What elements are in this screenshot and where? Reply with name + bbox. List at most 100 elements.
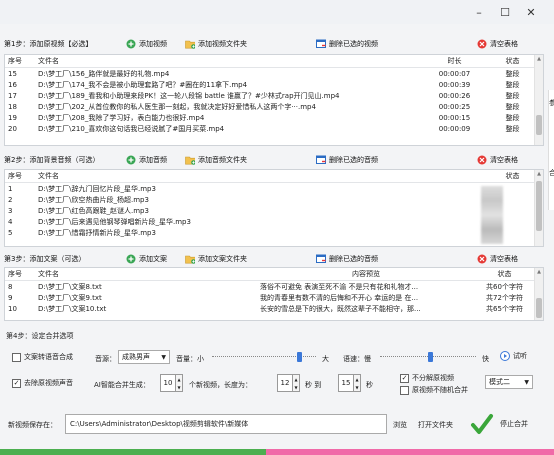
remove-audio-checkbox[interactable]: ✓: [12, 378, 21, 388]
delete-selected-text-label: 删除已选的音频: [329, 255, 378, 263]
no-split-checkbox[interactable]: ✓: [400, 373, 409, 383]
voice-value: 成熟男声: [122, 353, 150, 361]
volume-slider-knob[interactable]: [297, 352, 303, 362]
count-suffix-label: 个新视频，长度为：: [189, 381, 252, 389]
speed-slider[interactable]: [380, 352, 476, 362]
column-header: 序号: [8, 270, 22, 278]
tts-checkbox[interactable]: [12, 352, 21, 362]
clear-x-icon: [477, 254, 487, 264]
table-row[interactable]: 20 D:\梦工厂\210_喜欢你这句话我已经说腻了#国月买菜.mp4 00:00:…: [5, 123, 543, 134]
spin-up-icon: ▲: [294, 376, 298, 382]
no-random-checkbox[interactable]: [400, 385, 409, 395]
scroll-thumb[interactable]: [536, 115, 542, 135]
column-header: 时长: [447, 57, 462, 65]
scroll-up-icon[interactable]: ▲: [535, 55, 543, 64]
table-cell: 共65个字符: [486, 304, 523, 313]
clear-x-icon: [477, 39, 487, 49]
clear-table-button-2[interactable]: 清空表格: [477, 155, 518, 165]
progress-fill-pink: [265, 449, 554, 455]
table-row[interactable]: 17 D:\梦工厂\189_看我和小助理来段PK！这一轮八段锦 battle 谁赢…: [5, 90, 543, 101]
speed-slider-knob[interactable]: [428, 352, 434, 362]
table-cell: 整段: [505, 124, 520, 133]
folder-add-icon: [185, 155, 195, 165]
scroll-up-icon[interactable]: ▲: [535, 268, 543, 277]
table-cell: 5: [8, 228, 13, 237]
table-cell: D:\梦工厂\210_喜欢你这句话我已经说腻了#国月买菜.mp4: [38, 124, 225, 133]
save-path-input[interactable]: C:\Users\Administrator\Desktop\视频剪辑软件\新媒…: [65, 414, 387, 434]
delete-selected-video-label: 删除已选的视频: [329, 40, 378, 48]
max-length-value[interactable]: 15: [338, 374, 354, 392]
table-header: 序号 文件名 状态: [5, 170, 543, 183]
text-table: 序号 文件名 内容预览 状态 8 D:\梦工厂\文案8.txt 落俗不可避免 表演至…: [4, 267, 544, 321]
add-video-button[interactable]: 添加视频: [126, 39, 167, 49]
table-row[interactable]: 5 D:\梦工厂\惜霜抒情新片段_星华.mp3: [5, 227, 543, 238]
table-row[interactable]: 2 D:\梦工厂\欣空热曲片段_杨超.mp3: [5, 194, 543, 205]
volume-max-label: 大: [322, 355, 329, 363]
table-cell: 长安的雪总是下的很大，既然这辈子不能相守，那...: [260, 304, 421, 313]
close-button[interactable]: ✕: [518, 3, 544, 21]
table-row[interactable]: 15 D:\梦工厂\156_路伴就是最好的礼物.mp4 00:00:07 整段: [5, 68, 543, 79]
delete-selected-audio-button[interactable]: 删除已选的音频: [316, 155, 378, 165]
add-audio-folder-button[interactable]: 添加音频文件夹: [185, 155, 247, 165]
audio-table-scrollbar[interactable]: ▲: [534, 170, 543, 246]
add-video-folder-button[interactable]: 添加视频文件夹: [185, 39, 247, 49]
minimize-button[interactable]: –: [466, 3, 492, 21]
table-cell: 17: [8, 91, 17, 100]
table-cell: 2: [8, 195, 13, 204]
clear-table-button-3[interactable]: 清空表格: [477, 254, 518, 264]
table-cell: 9: [8, 293, 13, 302]
chevron-down-icon: ▼: [161, 353, 166, 361]
open-folder-button[interactable]: 打开文件夹: [418, 420, 453, 430]
table-row[interactable]: 1 D:\梦工厂\辞九门回忆片段_星华.mp3: [5, 183, 543, 194]
stop-merge-button[interactable]: 停止合并: [470, 409, 548, 439]
table-cell: 15: [8, 69, 17, 78]
side-peek-text: 参: [549, 98, 554, 108]
column-header: 文件名: [38, 270, 59, 278]
maximize-button[interactable]: ☐: [492, 3, 518, 21]
spin-down-icon: ▼: [294, 384, 298, 390]
scroll-up-icon[interactable]: ▲: [535, 170, 543, 179]
spin-down-icon: ▼: [177, 384, 181, 390]
min-length-value[interactable]: 12: [277, 374, 293, 392]
scroll-thumb[interactable]: [536, 298, 542, 318]
clear-table-button-1[interactable]: 清空表格: [477, 39, 518, 49]
add-text-folder-button[interactable]: 添加文案文件夹: [185, 254, 247, 264]
delete-selected-text-button[interactable]: 删除已选的音频: [316, 254, 378, 264]
table-row[interactable]: 3 D:\梦工厂\红色高跟鞋_赵谜人.mp3: [5, 205, 543, 216]
spin-up-icon: ▲: [177, 376, 181, 382]
voice-select[interactable]: 成熟男声 ▼: [118, 350, 170, 364]
table-row[interactable]: 18 D:\梦工厂\202_从首位教你的私人医生那一刻起，我就决定好好爱惜私人这两…: [5, 101, 543, 112]
tts-label: 文案转语音合成: [24, 353, 73, 361]
trial-listen-button[interactable]: 试听: [500, 351, 527, 361]
save-path-label: 新视频保存在：: [8, 421, 57, 429]
scroll-thumb[interactable]: [536, 181, 542, 231]
volume-slider[interactable]: [212, 352, 316, 362]
table-row[interactable]: 8 D:\梦工厂\文案8.txt 落俗不可避免 表演至死不渝 不是只有花和礼物才..…: [5, 281, 543, 292]
add-text-label: 添加文案: [139, 255, 167, 263]
table-row[interactable]: 4 D:\梦工厂\后来遇见他钢琴弹唱新片段_星华.mp3: [5, 216, 543, 227]
add-audio-button[interactable]: 添加音频: [126, 155, 167, 165]
count-value[interactable]: 10: [160, 374, 176, 392]
checkmark-icon: [470, 412, 494, 436]
table-row[interactable]: 16 D:\梦工厂\174_我不会是被小助理套路了吧？#圈在的11拿下.mp4 00…: [5, 79, 543, 90]
step3-toolbar: 第3步：添加文案（可选） 添加文案 添加文案文件夹 删除已选的音频 清空表格: [4, 250, 550, 268]
add-video-folder-label: 添加视频文件夹: [198, 40, 247, 48]
no-random-row: 原视频不随机合并: [400, 385, 468, 395]
table-cell: D:\梦工厂\欣空热曲片段_杨超.mp3: [38, 195, 149, 204]
text-table-scrollbar[interactable]: ▲: [534, 268, 543, 320]
max-length-spinner[interactable]: 15 ▲ ▼: [338, 374, 361, 392]
count-spinner[interactable]: 10 ▲ ▼: [160, 374, 183, 392]
table-cell: 00:00:26: [438, 91, 471, 100]
table-row[interactable]: 9 D:\梦工厂\文案9.txt 我的青春里有数不清的后悔和不开心 幸运的是 在..…: [5, 292, 543, 303]
mode-select[interactable]: 模式二 ▼: [485, 375, 533, 389]
browse-button[interactable]: 浏览: [393, 420, 407, 430]
table-row[interactable]: 19 D:\梦工厂\208_我除了学习好，表白能力也很好.mp4 00:00:15 整…: [5, 112, 543, 123]
column-header: 文件名: [38, 172, 59, 180]
video-table-scrollbar[interactable]: ▲: [534, 55, 543, 145]
min-length-spinner[interactable]: 12 ▲ ▼: [277, 374, 300, 392]
side-peek: 参 合: [548, 90, 554, 210]
table-cell: D:\梦工厂\辞九门回忆片段_星华.mp3: [38, 184, 156, 193]
table-row[interactable]: 10 D:\梦工厂\文案10.txt 长安的雪总是下的很大，既然这辈子不能相守，那.…: [5, 303, 543, 314]
delete-selected-video-button[interactable]: 删除已选的视频: [316, 39, 378, 49]
add-text-button[interactable]: 添加文案: [126, 254, 167, 264]
